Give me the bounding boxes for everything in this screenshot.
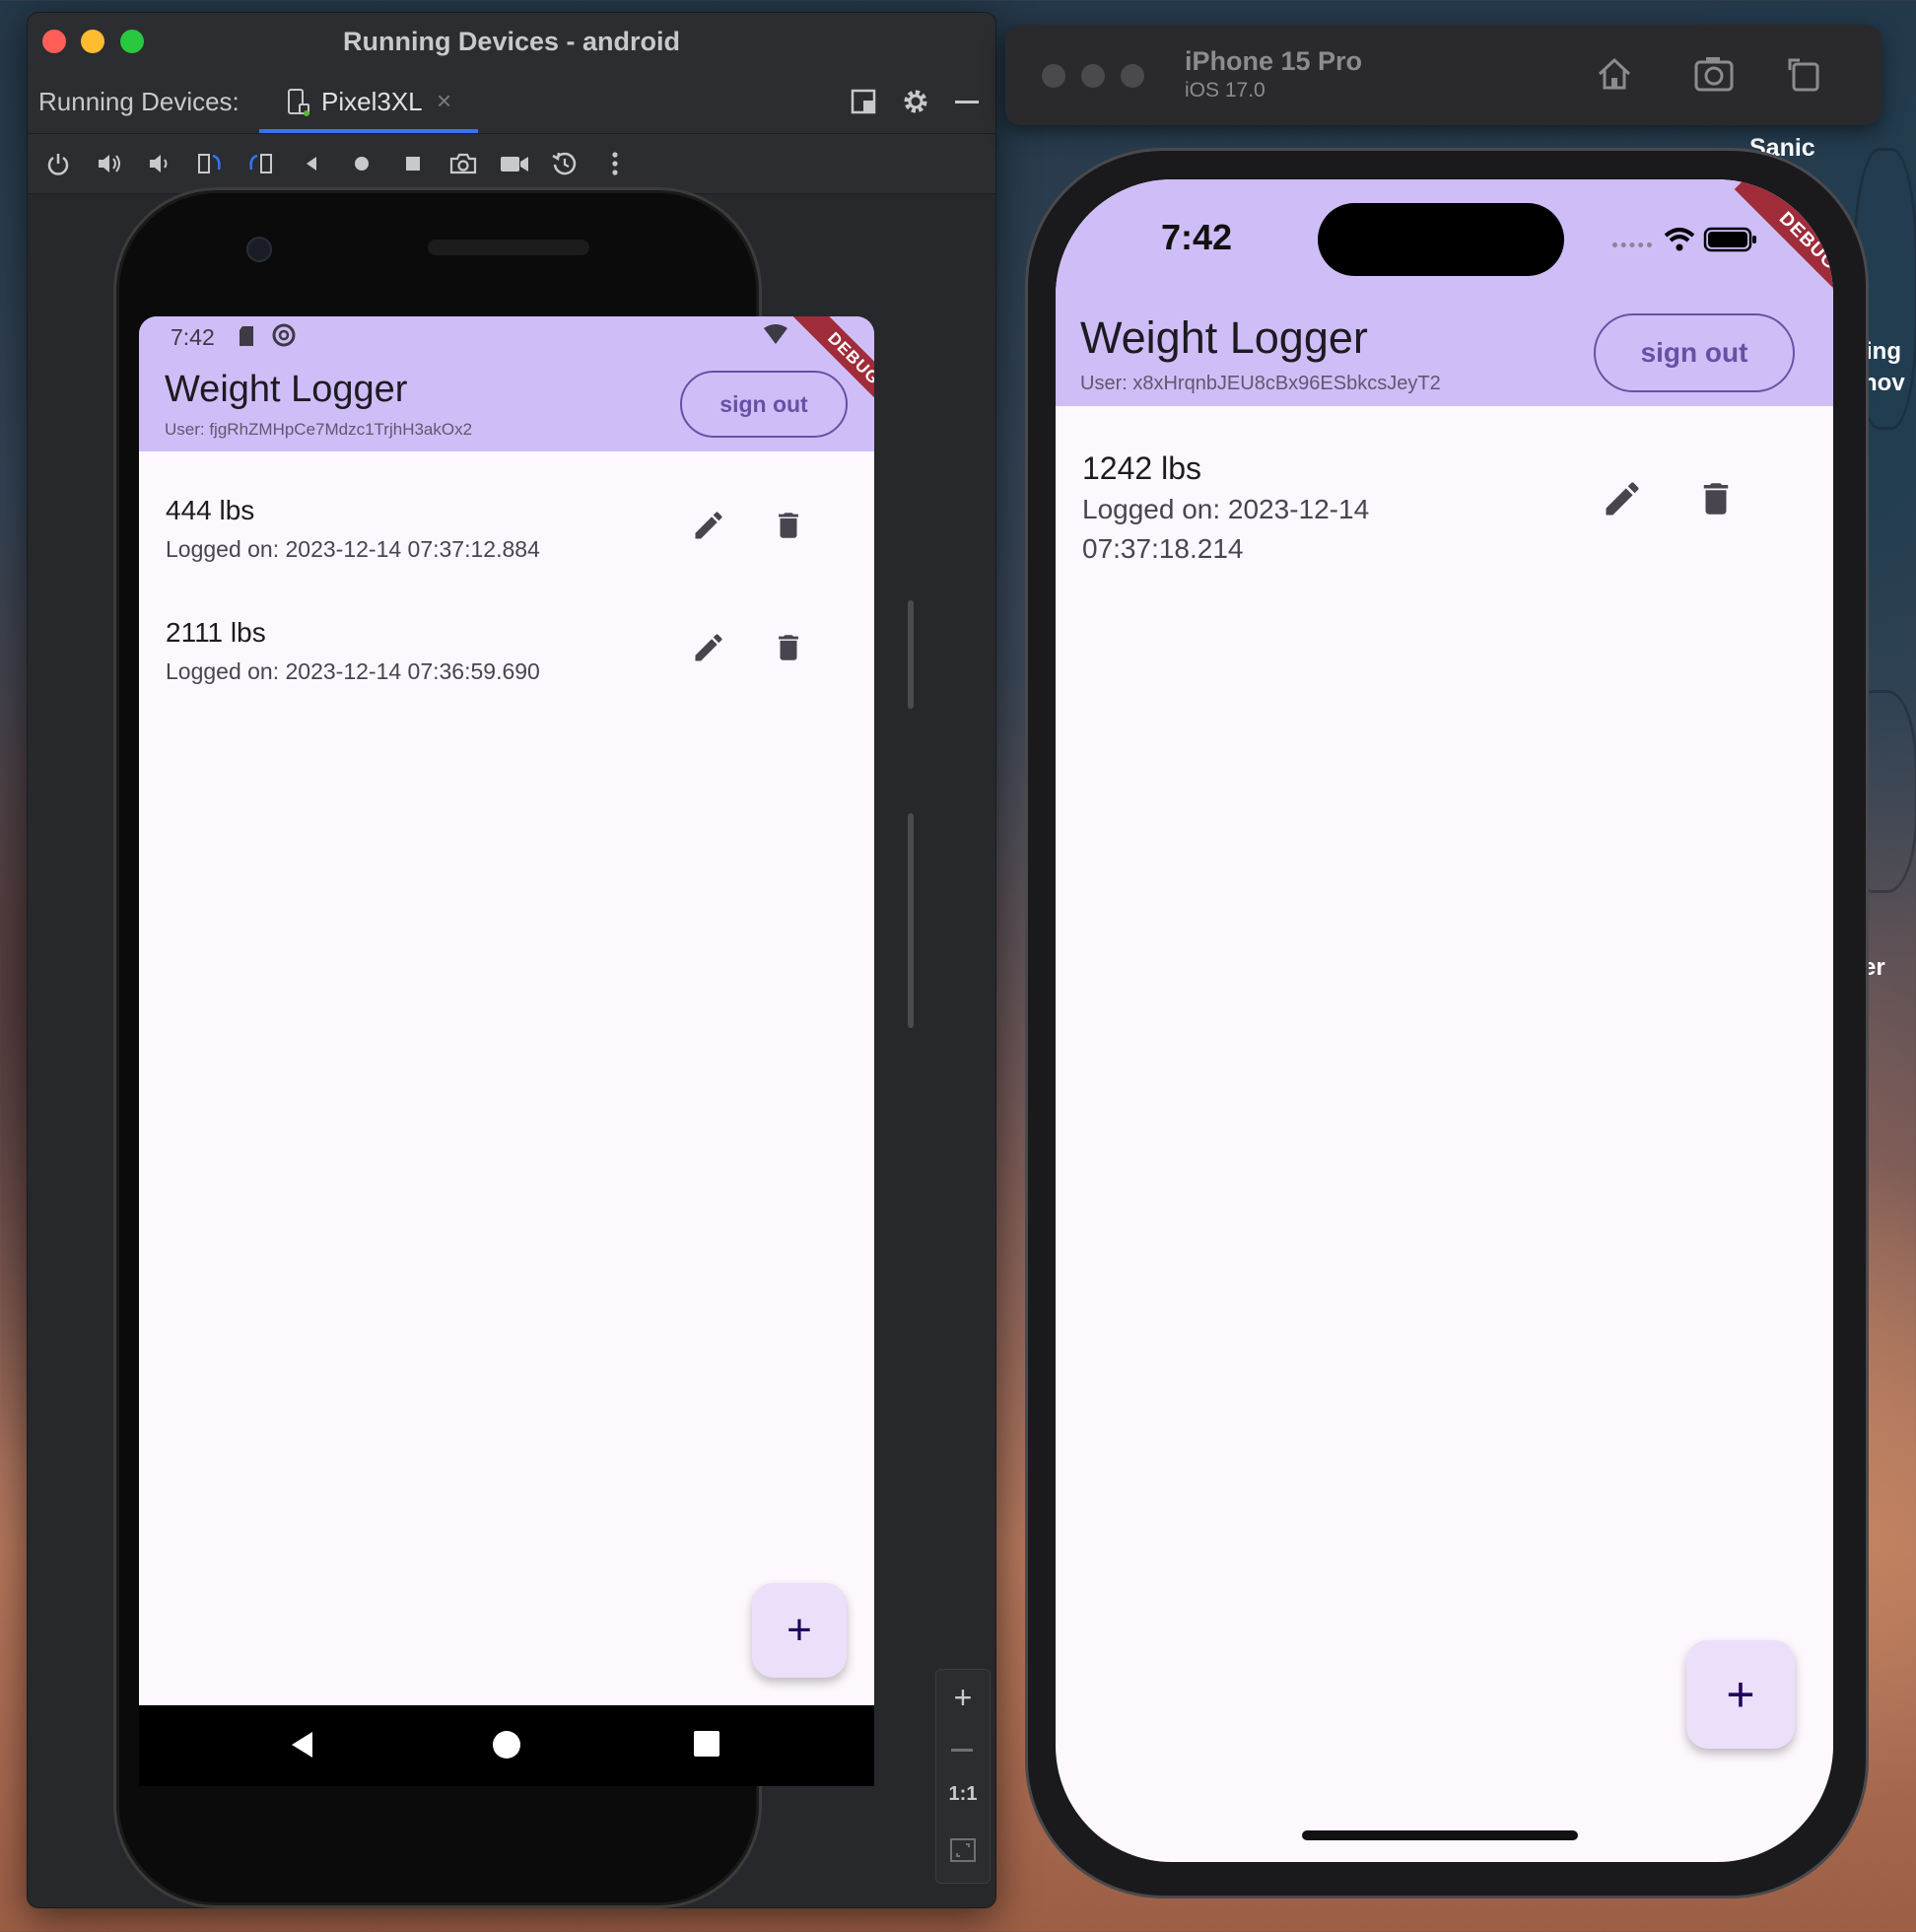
tab-label: Pixel3XL [321, 87, 423, 116]
weight-value: 444 lbs [166, 495, 255, 525]
volume-up-icon[interactable] [87, 134, 132, 193]
data-saver-icon [272, 323, 296, 347]
logged-timestamp: Logged on: 2023-12-14 07:36:59.690 [166, 658, 540, 684]
active-tab-indicator [259, 129, 478, 133]
sign-out-button[interactable]: sign out [680, 371, 848, 438]
home-indicator[interactable] [1302, 1830, 1578, 1840]
home-icon[interactable] [1595, 54, 1634, 94]
front-camera [246, 237, 272, 262]
scrollbar[interactable] [908, 813, 914, 1028]
devices-tabbar: Running Devices: Pixel3XL × [28, 70, 995, 134]
user-id: User: x8xHrqnbJEU8cBx96ESbkcsJeyT2 [1080, 373, 1441, 394]
logged-timestamp: 07:37:18.214 [1082, 533, 1244, 564]
tab-pixel3xl[interactable]: Pixel3XL × [259, 70, 478, 133]
delete-icon[interactable] [1695, 477, 1737, 520]
video-record-icon[interactable] [492, 134, 537, 193]
rotate-right-icon[interactable] [238, 134, 283, 193]
list-item[interactable]: 2111 lbs Logged on: 2023-12-14 07:36:59.… [139, 574, 874, 696]
back-icon[interactable] [289, 134, 334, 193]
sign-out-button[interactable]: sign out [1594, 313, 1795, 392]
app-title: Weight Logger [165, 369, 408, 410]
scrollbar[interactable] [908, 600, 914, 709]
android-app-bar: 7:42 DEBUG Weight Logger User: fjgRhZMHp… [139, 316, 874, 451]
add-entry-button[interactable]: + [752, 1583, 847, 1678]
power-icon[interactable] [35, 134, 81, 193]
edit-icon[interactable] [691, 508, 726, 543]
zoom-actual-size[interactable]: 1:1 [936, 1783, 990, 1806]
more-options-icon[interactable] [592, 134, 638, 193]
device-icon [288, 89, 309, 116]
close-window-button[interactable] [1042, 64, 1065, 88]
close-tab-icon[interactable]: × [437, 86, 451, 116]
running-devices-label: Running Devices: [38, 87, 240, 116]
weight-value: 1242 lbs [1082, 450, 1201, 486]
zoom-window-button[interactable] [1121, 64, 1144, 88]
add-entry-button[interactable]: + [1686, 1640, 1795, 1749]
list-item[interactable]: 444 lbs Logged on: 2023-12-14 07:37:12.8… [139, 451, 874, 574]
user-id: User: fjgRhZMHpCe7Mdzc1TrjhH3akOx2 [165, 420, 473, 439]
layout-icon[interactable] [850, 88, 877, 115]
zoom-in-icon[interactable]: + [936, 1680, 990, 1716]
app-title: Weight Logger [1080, 312, 1368, 363]
simulator-os-version: iOS 17.0 [1185, 79, 1266, 102]
zoom-controls: + 1:1 [935, 1669, 991, 1884]
zoom-out-icon[interactable] [951, 1749, 973, 1752]
wifi-icon [764, 324, 787, 344]
home-icon[interactable] [339, 134, 384, 193]
ios-app-bar: 7:42 DEBUG Weight Logger User: x8xHrqnbJ… [1056, 179, 1833, 406]
window-titlebar: Running Devices - android [28, 13, 995, 71]
rotate-device-icon[interactable] [1784, 52, 1823, 94]
list-item[interactable]: 1242 lbs Logged on: 2023-12-14 07:37:18.… [1056, 406, 1833, 564]
overview-icon[interactable] [390, 134, 436, 193]
delete-icon[interactable] [772, 630, 805, 665]
edit-icon[interactable] [691, 630, 726, 665]
minimize-panel-icon[interactable] [955, 101, 979, 104]
window-title: Running Devices - android [342, 27, 681, 56]
minimize-window-button[interactable] [1081, 64, 1105, 88]
nav-back-icon[interactable] [287, 1729, 318, 1760]
weight-value: 2111 lbs [166, 617, 266, 648]
dynamic-island [1318, 203, 1564, 276]
android-nav-bar [139, 1705, 874, 1786]
history-icon[interactable] [542, 134, 587, 193]
delete-icon[interactable] [772, 508, 805, 543]
screenshot-icon[interactable] [1692, 54, 1736, 94]
android-screen: 7:42 DEBUG Weight Logger User: fjgRhZMHp… [139, 316, 874, 1705]
sd-card-icon [240, 326, 253, 346]
simulator-titlebar: iPhone 15 Pro iOS 17.0 [1005, 25, 1882, 125]
rotate-left-icon[interactable] [187, 134, 233, 193]
simulator-device-name: iPhone 15 Pro [1185, 46, 1363, 76]
volume-down-icon[interactable] [137, 134, 182, 193]
fit-screen-icon[interactable] [949, 1837, 977, 1863]
nav-home-icon[interactable] [492, 1730, 521, 1760]
wifi-icon [1664, 228, 1695, 251]
earpiece-speaker [428, 240, 589, 255]
logged-timestamp: Logged on: 2023-12-14 [1082, 494, 1370, 524]
logged-timestamp: Logged on: 2023-12-14 07:37:12.884 [166, 536, 540, 562]
status-time: 7:42 [1161, 217, 1233, 257]
ios-screen: 7:42 DEBUG Weight Logger User: x8xHrqnbJ… [1056, 179, 1833, 1862]
desktop-label-partial: ing [1866, 338, 1901, 365]
gear-icon[interactable] [901, 87, 930, 116]
status-time: 7:42 [171, 324, 215, 350]
desktop-label-partial: nov [1863, 370, 1905, 396]
camera-icon[interactable] [441, 134, 486, 193]
device-toolbar [28, 134, 995, 194]
nav-overview-icon[interactable] [693, 1730, 720, 1758]
edit-icon[interactable] [1601, 477, 1644, 520]
battery-icon [1703, 227, 1756, 252]
signal-icon [1612, 242, 1652, 252]
